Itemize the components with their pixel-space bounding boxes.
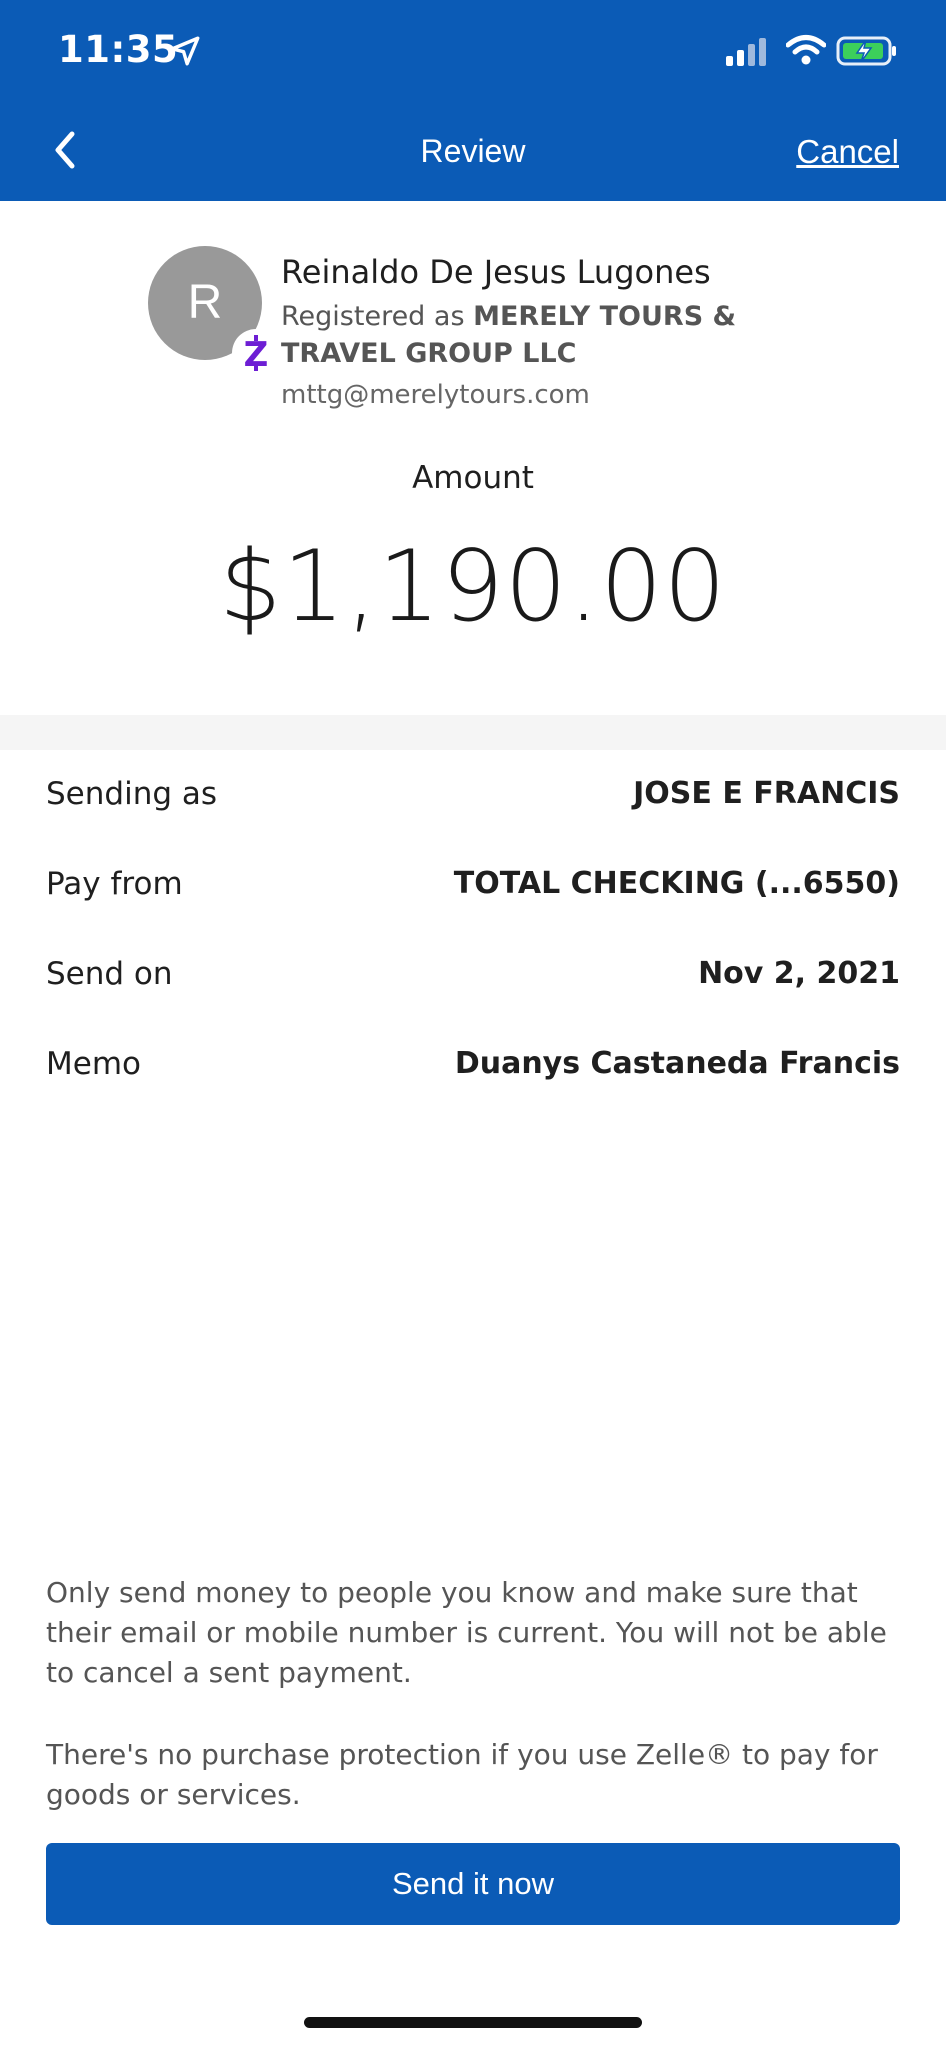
recipient-name: Reinaldo De Jesus Lugones xyxy=(281,253,711,291)
detail-label: Memo xyxy=(46,1046,141,1082)
amount-value: $1,190.00 xyxy=(219,530,727,644)
recipient-info: Reinaldo De Jesus Lugones Registered as … xyxy=(281,252,841,412)
detail-label: Send on xyxy=(46,956,173,992)
detail-row-pay-from: Pay from TOTAL CHECKING (...6550) xyxy=(46,866,900,916)
cellular-signal-icon xyxy=(726,38,768,70)
location-arrow-icon xyxy=(168,34,202,72)
disclaimer-protection: There's no purchase protection if you us… xyxy=(46,1738,878,1811)
battery-charging-icon xyxy=(836,34,898,72)
detail-label: Pay from xyxy=(46,866,183,902)
header-bar: 11:35 Review Cancel xyxy=(0,0,946,201)
home-indicator[interactable] xyxy=(304,2017,642,2028)
send-it-now-button[interactable]: Send it now xyxy=(46,1843,900,1925)
zelle-icon: Z xyxy=(232,329,280,377)
detail-row-memo: Memo Duanys Castaneda Francis xyxy=(46,1046,900,1096)
recipient-registration: Registered as MERELY TOURS & TRAVEL GROU… xyxy=(281,298,841,372)
cancel-link[interactable]: Cancel xyxy=(796,133,899,171)
detail-value: TOTAL CHECKING (...6550) xyxy=(453,866,900,901)
detail-row-sending-as: Sending as JOSE E FRANCIS xyxy=(46,776,900,826)
detail-value: Nov 2, 2021 xyxy=(698,956,900,991)
detail-value: Duanys Castaneda Francis xyxy=(454,1046,900,1081)
section-divider xyxy=(0,715,946,750)
amount-label: Amount xyxy=(412,460,534,496)
disclaimer-cancel: Only send money to people you know and m… xyxy=(46,1576,887,1689)
detail-value: JOSE E FRANCIS xyxy=(633,776,900,811)
detail-row-send-on: Send on Nov 2, 2021 xyxy=(46,956,900,1006)
registered-prefix: Registered as xyxy=(281,301,474,332)
wifi-icon xyxy=(785,34,827,70)
status-time: 11:35 xyxy=(58,28,179,71)
detail-label: Sending as xyxy=(46,776,218,812)
recipient-email: mttg@merelytours.com xyxy=(281,380,590,410)
